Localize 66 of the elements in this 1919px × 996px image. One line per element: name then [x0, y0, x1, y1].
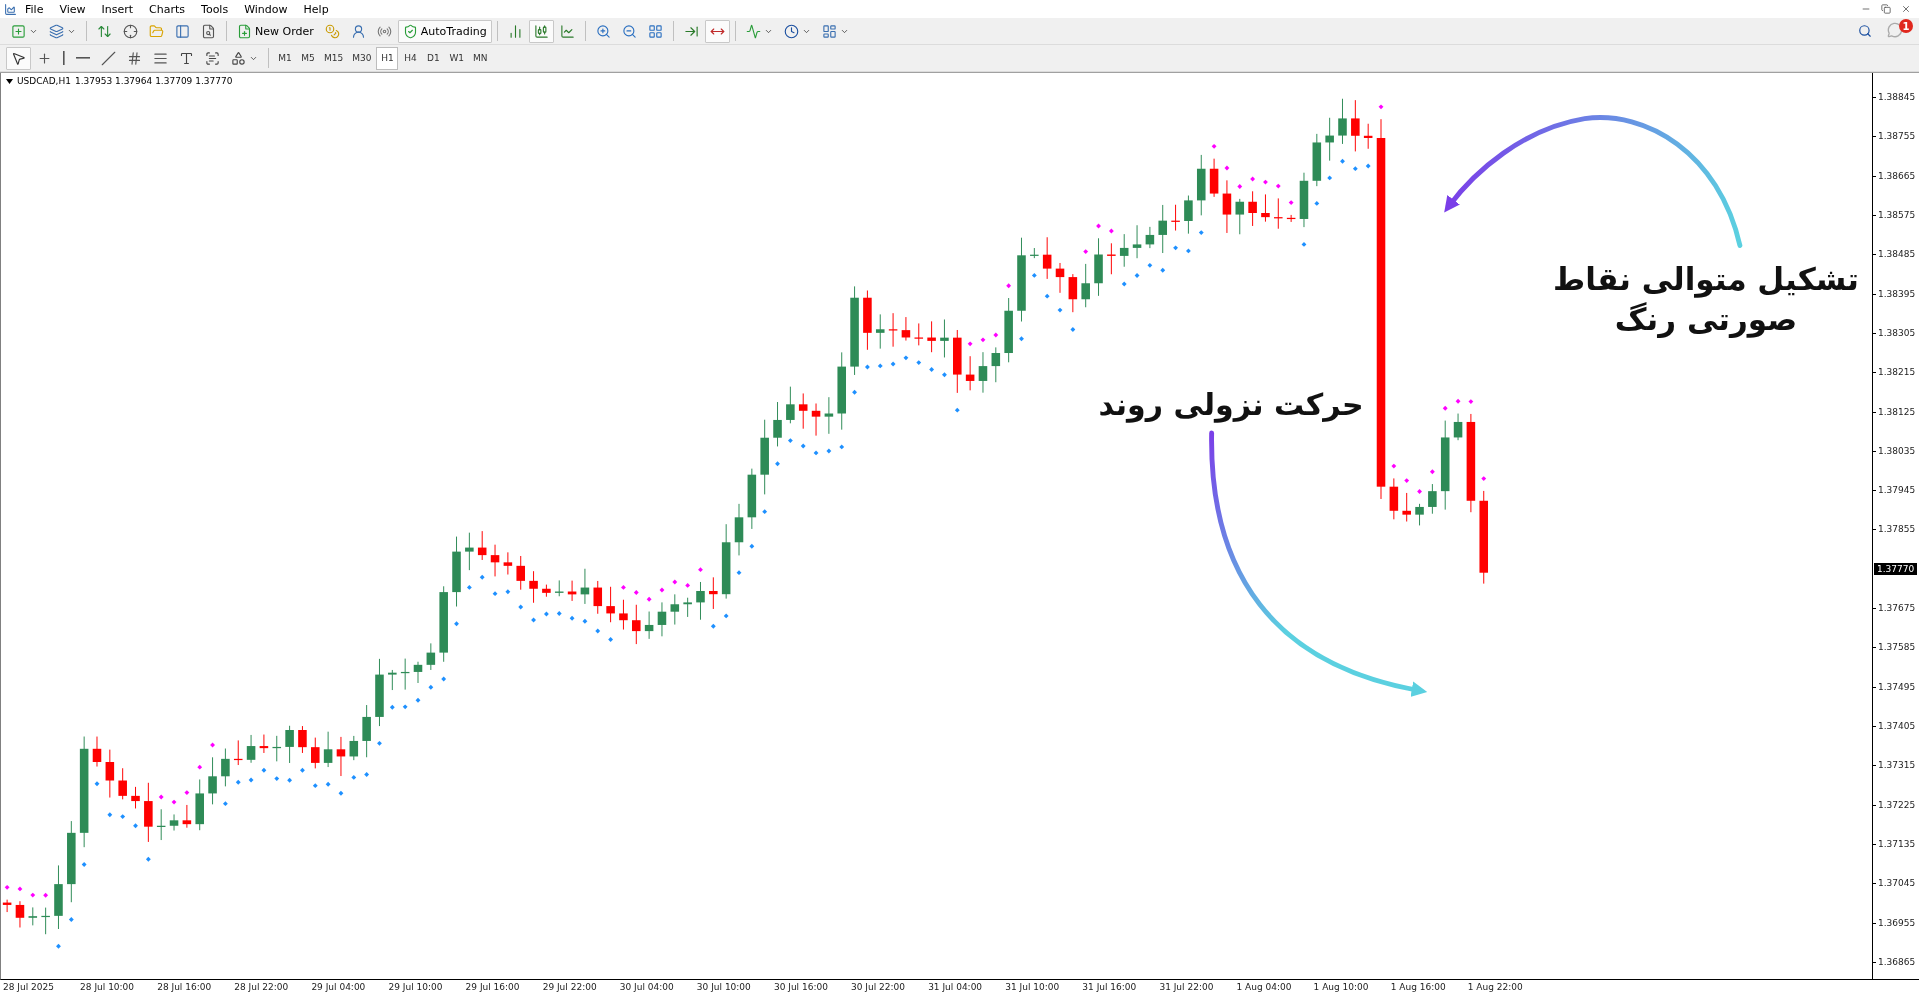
time-label: 31 Jul 22:00: [1159, 981, 1215, 994]
time-label: 29 Jul 04:00: [311, 981, 367, 994]
time-label: 30 Jul 10:00: [696, 981, 752, 994]
timeframe-button[interactable]: H4: [399, 46, 422, 70]
chart-symbol: USDCAD,H1: [17, 76, 71, 86]
price-label: 1.37945: [1873, 484, 1919, 497]
timeframe-button[interactable]: H1: [376, 46, 399, 70]
menu-item[interactable]: View: [51, 2, 94, 16]
time-label: 29 Jul 22:00: [542, 981, 598, 994]
price-label: 1.37405: [1873, 720, 1919, 732]
menu-item[interactable]: Insert: [93, 2, 142, 16]
time-label: 29 Jul 10:00: [388, 981, 444, 994]
time-label: 1 Aug 10:00: [1313, 981, 1370, 994]
price-label: 1.38755: [1873, 130, 1919, 143]
price-label: 1.37225: [1873, 798, 1919, 811]
price-label: 1.37495: [1873, 680, 1919, 693]
timeframe-button[interactable]: M30: [348, 46, 376, 70]
timeframe-button[interactable]: M1: [274, 46, 296, 70]
time-label: 31 Jul 16:00: [1082, 981, 1138, 994]
annotation-text: حرکت نزولی روند: [1097, 386, 1365, 424]
price-label: 1.37855: [1873, 523, 1919, 536]
timeframe-button[interactable]: D1: [422, 46, 445, 70]
timeframe-button[interactable]: W1: [445, 46, 469, 70]
new-order-button[interactable]: New Order: [232, 19, 319, 43]
price-label: 1.38575: [1873, 208, 1919, 221]
time-label: 28 Jul 16:00: [157, 981, 213, 994]
price-label: 1.38035: [1873, 444, 1919, 457]
time-label: 30 Jul 22:00: [851, 981, 906, 994]
timeframe-button[interactable]: M15: [320, 46, 348, 70]
timeframe-button[interactable]: MN: [469, 46, 492, 70]
price-label: 1.37675: [1873, 602, 1919, 615]
time-label: 30 Jul 16:00: [773, 981, 829, 994]
time-label: 30 Jul 04:00: [619, 981, 675, 994]
time-label: 1 Aug 16:00: [1390, 981, 1447, 994]
price-label: 1.38665: [1873, 169, 1919, 182]
price-label: 1.38125: [1873, 405, 1919, 418]
time-label: 1 Aug 22:00: [1467, 981, 1524, 994]
time-label: 28 Jul 10:00: [80, 981, 136, 994]
time-label: 1 Aug 04:00: [1236, 981, 1293, 994]
time-label: 29 Jul 16:00: [465, 981, 521, 994]
price-label: 1.37045: [1873, 877, 1919, 890]
price-label: 1.38395: [1873, 287, 1919, 300]
ohlc-values: 1.37953 1.37964 1.37709 1.37770: [74, 76, 233, 86]
menu-item[interactable]: Charts: [141, 2, 194, 16]
price-label: 1.36955: [1873, 916, 1919, 929]
current-price-label: 1.37770: [1874, 562, 1918, 575]
menu-item[interactable]: File: [17, 2, 52, 16]
autotrading-button[interactable]: AutoTrading: [397, 19, 492, 43]
price-label: 1.38485: [1873, 248, 1919, 261]
price-label: 1.38215: [1873, 366, 1919, 379]
time-label: 31 Jul 04:00: [928, 981, 984, 994]
price-label: 1.36865: [1873, 955, 1919, 968]
time-label: 31 Jul 10:00: [1005, 981, 1061, 994]
price-label: 1.37585: [1873, 641, 1919, 654]
menu-item[interactable]: Tools: [193, 2, 237, 16]
notification-badge: 1: [1899, 19, 1913, 33]
time-label: 28 Jul 22:00: [234, 981, 290, 994]
menu-item[interactable]: Window: [236, 2, 296, 16]
price-label: 1.37135: [1873, 837, 1919, 850]
timeframe-button[interactable]: M5: [297, 46, 319, 70]
price-label: 1.38845: [1873, 91, 1919, 103]
price-label: 1.37315: [1873, 759, 1919, 772]
annotation-text: تشکیل متوالی نقاط صورتی رنگ: [1552, 260, 1860, 340]
price-label: 1.38305: [1873, 326, 1919, 339]
menu-item[interactable]: Help: [295, 2, 337, 16]
time-label: 28 Jul 2025: [3, 981, 55, 994]
